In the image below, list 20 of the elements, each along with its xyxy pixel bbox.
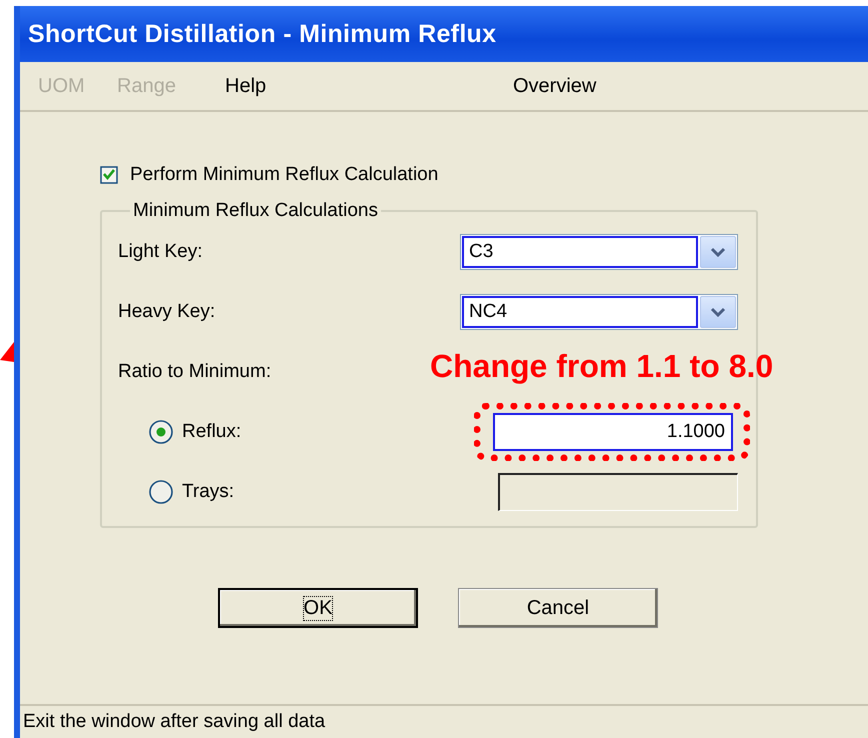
window-title: ShortCut Distillation - Minimum Reflux (20, 6, 868, 62)
field-label: Light Key: (118, 241, 204, 263)
radio-label: Reflux: (182, 421, 242, 443)
chevron-down-icon (710, 307, 726, 317)
radio-label: Trays: (182, 481, 234, 503)
status-bar: Exit the window after saving all data (20, 704, 868, 738)
dialog-button[interactable]: Cancel (458, 588, 658, 628)
input-field[interactable]: 1.1000 (493, 413, 733, 451)
menu-item[interactable]: Help (225, 74, 266, 98)
checkbox[interactable] (100, 166, 118, 184)
field-label: Heavy Key: (118, 301, 216, 323)
dropdown[interactable]: NC4 (460, 294, 738, 330)
annotation-text: Change from 1.1 to 8.0 (430, 348, 774, 385)
checkbox-label: Perform Minimum Reflux Calculation (130, 164, 438, 186)
menu-item[interactable]: Overview (513, 74, 596, 98)
dialog-button[interactable]: OK (218, 588, 418, 628)
radio-button[interactable] (148, 419, 174, 445)
dropdown[interactable]: C3 (460, 234, 738, 270)
chevron-down-icon (710, 247, 726, 257)
group-title: Minimum Reflux Calculations (132, 200, 379, 222)
